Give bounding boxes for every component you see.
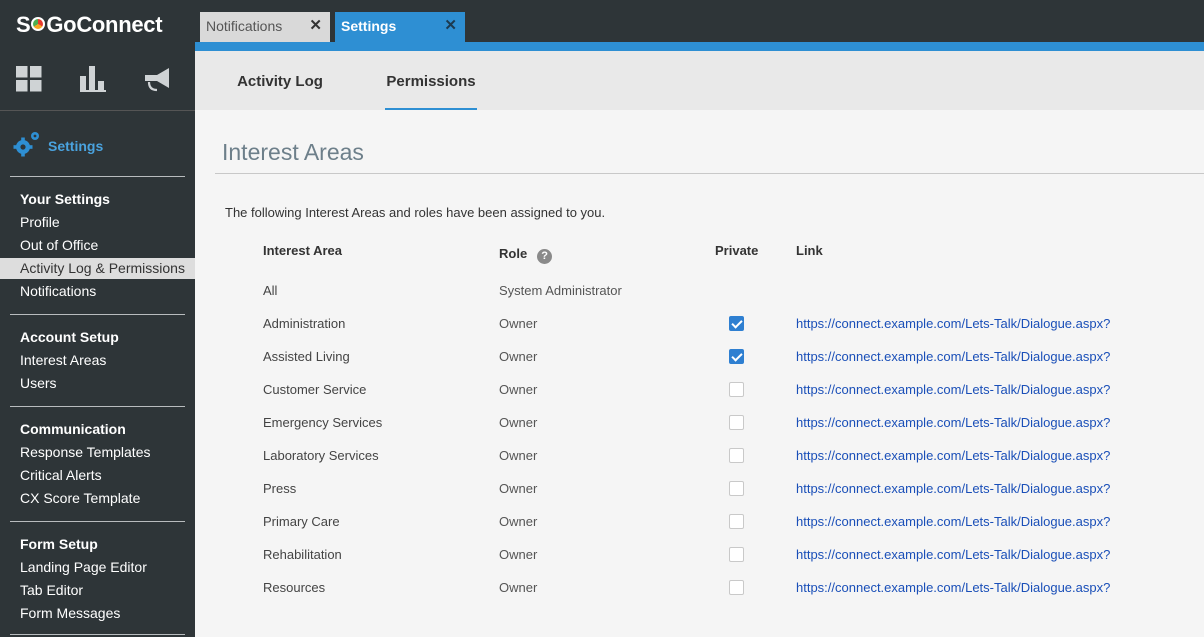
table-row: Rehabilitation Owner https://connect.examp… (0, 545, 1204, 565)
interest-area-link[interactable]: https://connect.example.com/Lets-Talk/Di… (796, 380, 1110, 400)
subtab-activity-log[interactable]: Activity Log (225, 51, 335, 110)
interest-area-name: Press (263, 481, 297, 496)
column-header-interest-area: Interest Area (263, 243, 342, 258)
sidebar-item-out-of-office[interactable]: Out of Office (0, 235, 195, 256)
table-row: Assisted Living Owner https://connect.exam… (0, 347, 1204, 367)
private-checkbox[interactable] (729, 580, 744, 595)
table-row: All System Administrator (0, 281, 1204, 301)
table-row: Emergency Services Owner https://connect.e… (0, 413, 1204, 433)
tab-settings[interactable]: Settings ✕ (335, 12, 465, 42)
role-value: Owner (499, 349, 538, 364)
column-header-link: Link (796, 243, 823, 258)
sidebar-divider (0, 110, 195, 111)
tab-label: Notifications (206, 18, 283, 34)
interest-area-link[interactable]: https://connect.example.com/Lets-Talk/Di… (796, 314, 1110, 334)
subtab-permissions[interactable]: Permissions (385, 51, 477, 110)
role-value: System Administrator (499, 283, 622, 298)
interest-area-link[interactable]: https://connect.example.com/Lets-Talk/Di… (796, 545, 1110, 565)
column-header-role: Role? (499, 246, 553, 264)
sidebar-divider (10, 634, 185, 635)
table-row: Resources Owner https://connect.example.co… (0, 578, 1204, 598)
private-checkbox[interactable] (729, 316, 744, 331)
bar-chart-icon[interactable] (80, 66, 106, 92)
private-checkbox[interactable] (729, 382, 744, 397)
role-value: Owner (499, 415, 538, 430)
private-checkbox[interactable] (729, 349, 744, 364)
sub-navigation: Activity Log Permissions (195, 51, 1204, 110)
role-value: Owner (499, 448, 538, 463)
table-row: Press Owner https://connect.example.com/Le… (0, 479, 1204, 499)
interest-area-link[interactable]: https://connect.example.com/Lets-Talk/Di… (796, 446, 1110, 466)
interest-area-name: All (263, 283, 278, 298)
settings-label: Settings (48, 137, 104, 154)
role-value: Owner (499, 514, 538, 529)
tab-bar-stripe (195, 42, 1204, 51)
help-icon[interactable]: ? (537, 249, 553, 264)
interest-area-link[interactable]: https://connect.example.com/Lets-Talk/Di… (796, 413, 1110, 433)
close-icon[interactable]: ✕ (444, 12, 457, 40)
role-value: Owner (499, 547, 538, 562)
private-checkbox[interactable] (729, 481, 744, 496)
sidebar-group-title-your-settings: Your Settings (20, 191, 110, 207)
private-checkbox[interactable] (729, 514, 744, 529)
sidebar-item-form-messages[interactable]: Form Messages (0, 603, 195, 624)
table-row: Laboratory Services Owner https://connect.… (0, 446, 1204, 466)
interest-area-name: Laboratory Services (263, 448, 379, 463)
private-checkbox[interactable] (729, 415, 744, 430)
sidebar-divider (10, 176, 185, 177)
megaphone-icon[interactable] (143, 66, 171, 94)
app-logo[interactable]: S GoConnect (16, 12, 163, 38)
sidebar-divider (10, 406, 185, 407)
interest-area-name: Resources (263, 580, 326, 595)
interest-area-link[interactable]: https://connect.example.com/Lets-Talk/Di… (796, 512, 1110, 532)
logo-mark-icon (31, 17, 46, 31)
role-value: Owner (499, 481, 538, 496)
column-header-private: Private (715, 243, 759, 258)
top-nav-icons (0, 66, 195, 98)
role-value: Owner (499, 580, 538, 595)
interest-area-link[interactable]: https://connect.example.com/Lets-Talk/Di… (796, 578, 1110, 598)
interest-area-name: Primary Care (263, 514, 340, 529)
sidebar-item-activity-log-permissions[interactable]: Activity Log & Permissions (0, 258, 195, 279)
interest-area-name: Emergency Services (263, 415, 383, 430)
private-checkbox[interactable] (729, 547, 744, 562)
sidebar-item-profile[interactable]: Profile (0, 212, 195, 233)
page-title: Interest Areas (222, 139, 364, 165)
table-row: Administration Owner https://connect.examp… (0, 314, 1204, 334)
interest-area-name: Customer Service (263, 382, 367, 397)
settings-header[interactable]: Settings (12, 130, 103, 158)
interest-area-name: Assisted Living (263, 349, 350, 364)
title-divider (215, 173, 1204, 174)
table-row: Primary Care Owner https://connect.example… (0, 512, 1204, 532)
interest-area-name: Administration (263, 316, 346, 331)
interest-area-link[interactable]: https://connect.example.com/Lets-Talk/Di… (796, 347, 1110, 367)
table-row: Customer Service Owner https://connect.exa… (0, 380, 1204, 400)
role-value: Owner (499, 382, 538, 397)
interest-area-name: Rehabilitation (263, 547, 342, 562)
tab-label: Settings (341, 18, 397, 34)
gears-icon (13, 132, 39, 157)
role-value: Owner (499, 316, 538, 331)
interest-area-link[interactable]: https://connect.example.com/Lets-Talk/Di… (796, 479, 1110, 499)
private-checkbox[interactable] (729, 448, 744, 463)
intro-text: The following Interest Areas and roles h… (225, 205, 606, 220)
dashboard-grid-icon[interactable] (16, 66, 42, 92)
close-icon[interactable]: ✕ (309, 12, 322, 40)
tab-notifications[interactable]: Notifications ✕ (200, 12, 330, 42)
